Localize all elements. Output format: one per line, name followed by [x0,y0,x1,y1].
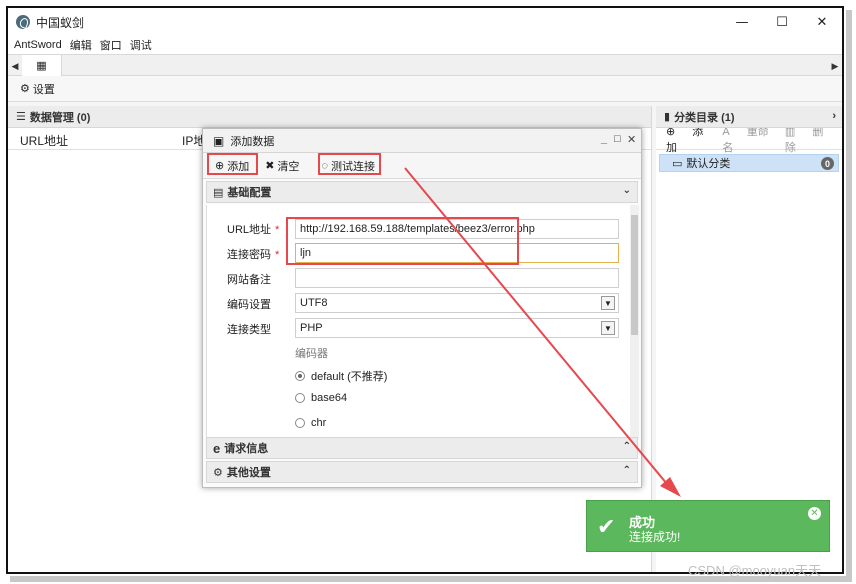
password-label-text: 连接密码 [227,249,271,261]
watermark: CSDN @mooyuan天天 [688,563,822,578]
settings-toolbar: ⚙ 设置 [8,76,842,102]
encoder-chr-label: chr [311,417,327,429]
encoding-select[interactable]: UTF8 ▼ [295,293,619,313]
menu-edit[interactable]: 编辑 [70,37,92,53]
folder-icon: ▮ [664,111,671,123]
column-url[interactable]: URL地址 [20,132,68,149]
section-basic-config[interactable]: ▤ 基础配置 ⌄ [206,181,638,203]
document-icon: ▤ [213,186,224,199]
form-scrollbar[interactable] [630,205,639,439]
dialog-title-bar[interactable]: ▣ 添加数据 _ □ ✕ [203,129,641,153]
section-other-label: 其他设置 [226,467,271,479]
menu-antsword[interactable]: AntSword [14,39,62,51]
data-panel-title: 数据管理 (0) [29,111,91,124]
x-icon: ✖ [265,160,275,172]
tab-scroll-right-icon[interactable]: ▶ [828,55,842,77]
title-bar: 中国蚁剑 — ☐ ✕ [8,8,842,36]
password-required-mark: * [275,249,280,261]
encoding-value: UTF8 [300,297,328,309]
dialog-maximize-button[interactable]: □ [614,133,621,145]
menu-debug[interactable]: 调试 [130,37,152,53]
close-button[interactable]: ✕ [802,8,842,36]
tab-home-grid-icon[interactable]: ▦ [22,55,62,76]
encoder-radio-base64[interactable]: base64 [295,392,347,404]
type-value: PHP [300,322,323,334]
clear-button-label: 清空 [277,160,300,173]
toast-close-icon[interactable]: ✕ [808,507,821,520]
radio-unselected-icon [295,393,305,403]
form-scrollbar-thumb[interactable] [631,215,638,335]
chevron-up-icon: ⌃ [622,441,631,452]
dialog-close-button[interactable]: ✕ [627,133,636,146]
note-label: 网站备注 [227,274,271,286]
data-panel-header: ☰ 数据管理 (0) [8,106,651,128]
category-count-badge: 0 [821,157,834,170]
section-basic-label: 基础配置 [227,187,272,199]
collapse-chevron-icon[interactable]: › [832,110,836,122]
note-input[interactable] [295,268,619,288]
dialog-title: 添加数据 [230,135,275,148]
gear-icon: ⚙ [20,83,30,95]
window-icon: ▣ [213,133,225,148]
encoder-radio-default[interactable]: default (不推荐) [295,368,387,384]
type-select[interactable]: PHP ▼ [295,318,619,338]
tab-bar: ◀ ▦ ▶ [8,54,842,76]
encoder-base64-label: base64 [311,392,348,404]
list-icon: ☰ [16,111,26,123]
dialog-minimize-button[interactable]: _ [601,133,607,145]
annotation-box-fields [286,217,519,265]
encoder-default-label: default (不推荐) [311,371,388,383]
toast-message: 连接成功! [629,530,681,544]
minimize-button[interactable]: — [722,8,762,36]
chevron-down-icon: ▼ [601,296,615,310]
window-shadow-right [846,10,852,576]
browser-e-icon: e [213,440,221,456]
radio-selected-icon [295,371,305,381]
gears-icon: ⚙ [213,466,223,479]
add-data-dialog: ▣ 添加数据 _ □ ✕ ⊕ 添加 ✖ 清空 ◌ 测试连接 ▤ 基础配置 ⌄ U… [202,128,642,488]
dialog-toolbar: ⊕ 添加 ✖ 清空 ◌ 测试连接 [203,153,641,179]
section-other-settings[interactable]: ⚙ 其他设置 ⌃ [206,461,638,483]
type-label: 连接类型 [227,324,271,336]
category-panel-title: 分类目录 (1) [674,111,735,124]
clear-button[interactable]: ✖ 清空 [261,156,303,176]
encoder-label: 编码器 [295,348,328,360]
url-label-text: URL地址 [227,224,272,236]
url-required-mark: * [275,224,280,236]
category-panel-header: ▮ 分类目录 (1) › [656,106,842,128]
window-title: 中国蚁剑 [36,15,85,30]
category-toolbar: ⊕ 添加 A 重命名 ▥ 删除 [656,126,842,154]
url-label: URL地址 * [227,221,279,237]
menu-window[interactable]: 窗口 [100,37,122,53]
encoder-radio-chr[interactable]: chr [295,417,326,429]
category-item-label: 默认分类 [686,158,731,170]
tab-scroll-left-icon[interactable]: ◀ [8,55,22,77]
section-request-label: 请求信息 [224,443,269,455]
category-item-default[interactable]: ▭ 默认分类 0 [659,154,839,172]
annotation-box-test [318,153,381,175]
checkmark-icon: ✔ [597,515,616,540]
chevron-down-icon: ▼ [601,321,615,335]
menu-bar: AntSword 编辑 窗口 调试 [8,36,842,54]
folder-open-icon: ▭ [672,157,683,170]
section-request-info[interactable]: e 请求信息 ⌃ [206,437,638,459]
maximize-button[interactable]: ☐ [762,8,802,36]
settings-button[interactable]: 设置 [33,81,55,97]
success-toast: ✔ 成功 连接成功! ✕ [586,500,830,552]
radio-unselected-icon [295,418,305,428]
encoding-label: 编码设置 [227,299,271,311]
annotation-box-add [207,153,258,175]
antsword-logo-icon [16,15,30,29]
password-label: 连接密码 * [227,246,279,262]
chevron-down-icon: ⌄ [622,185,631,196]
chevron-up-icon: ⌃ [622,465,631,476]
